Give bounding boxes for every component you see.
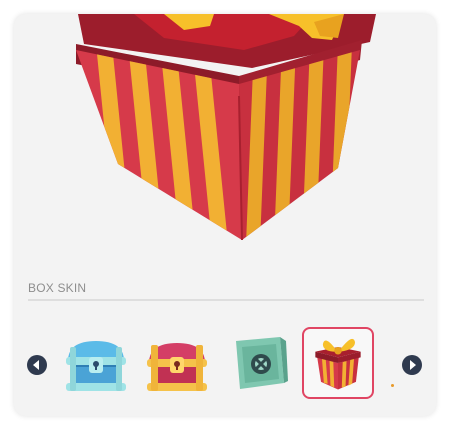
box-skin-panel: BOX SKIN: [14, 14, 436, 416]
section-label: BOX SKIN: [28, 281, 87, 295]
gift-box-icon[interactable]: [302, 327, 374, 399]
decorative-dot: [391, 384, 394, 387]
gold-chest-icon[interactable]: [141, 327, 213, 399]
divider: [28, 299, 424, 301]
safe-vault-icon[interactable]: [222, 327, 294, 399]
blue-chest-icon[interactable]: [60, 327, 132, 399]
chevron-right-icon[interactable]: [402, 355, 422, 375]
gift-box-preview-icon: [76, 14, 376, 241]
chevron-left-icon[interactable]: [27, 355, 47, 375]
